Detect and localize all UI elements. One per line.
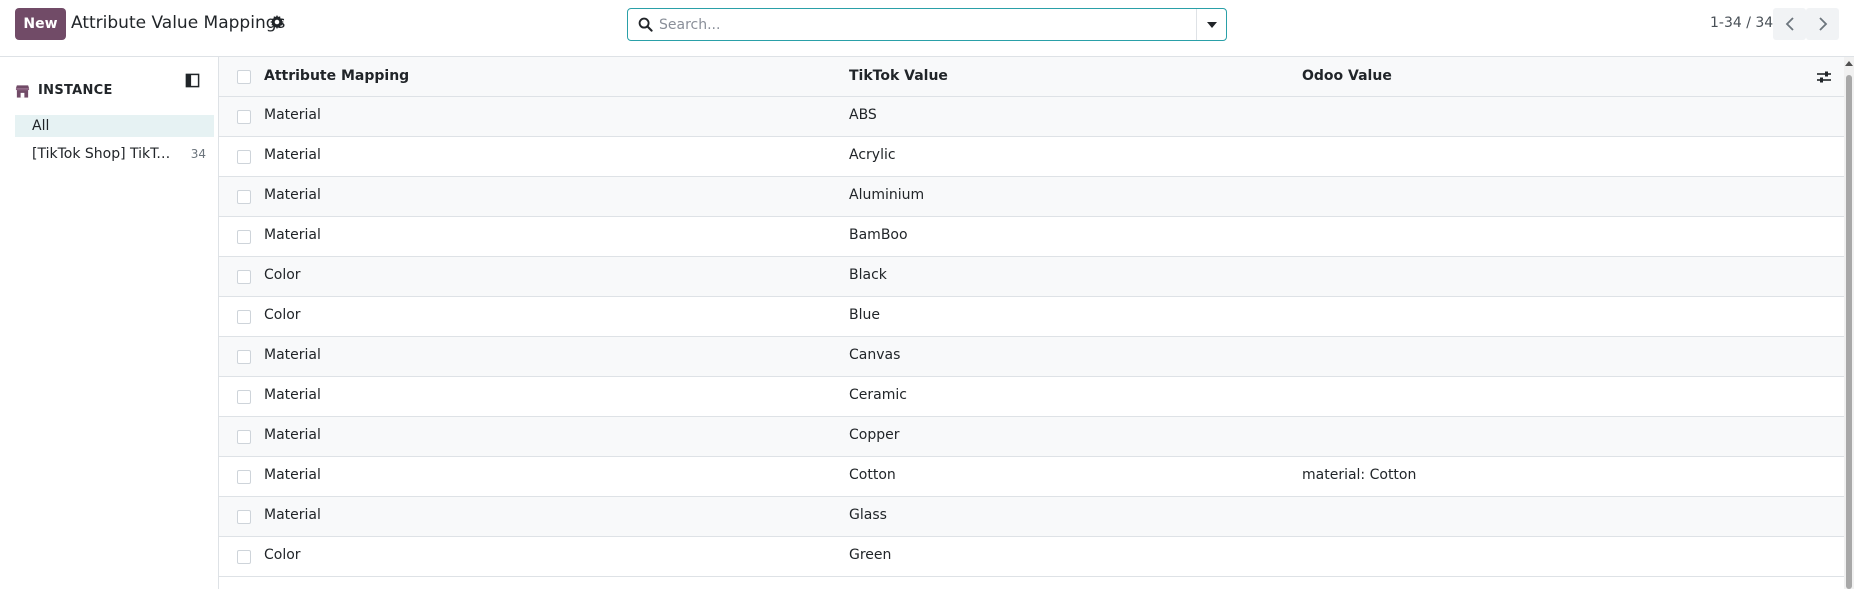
search-panel-item-tiktok-shop[interactable]: [TikTok Shop] TikTok ... 34 (15, 143, 214, 165)
cell-tiktok-value: Glass (849, 507, 887, 523)
cell-attribute-mapping: Material (264, 147, 321, 163)
table-header: Attribute Mapping TikTok Value Odoo Valu… (219, 57, 1844, 97)
scroll-up-arrow[interactable] (1845, 61, 1853, 66)
cell-attribute-mapping: Material (264, 467, 321, 483)
cell-attribute-mapping: Color (264, 267, 301, 283)
shop-icon (15, 85, 30, 98)
cell-attribute-mapping: Material (264, 507, 321, 523)
search-panel-item-label: [TikTok Shop] TikTok ... (32, 146, 175, 162)
cell-attribute-mapping: Material (264, 387, 321, 403)
chevron-left-icon (1785, 17, 1794, 31)
list-view: Attribute Mapping TikTok Value Odoo Valu… (219, 57, 1844, 589)
new-button[interactable]: New (15, 8, 66, 40)
cell-attribute-mapping: Color (264, 547, 301, 563)
cell-tiktok-value: Green (849, 547, 892, 563)
row-checkbox[interactable] (237, 430, 251, 444)
search-icon (638, 17, 653, 32)
table-row[interactable]: Material Acrylic (219, 137, 1844, 177)
row-checkbox[interactable] (237, 550, 251, 564)
search-bar (627, 8, 1227, 41)
column-header-tiktok-value[interactable]: TikTok Value (849, 68, 948, 84)
row-checkbox[interactable] (237, 310, 251, 324)
list-scrollbar[interactable] (1844, 57, 1854, 589)
column-header-odoo-value[interactable]: Odoo Value (1302, 68, 1392, 84)
scrollbar-thumb[interactable] (1846, 75, 1852, 589)
cell-tiktok-value: ABS (849, 107, 877, 123)
cell-attribute-mapping: Color (264, 307, 301, 323)
table-row[interactable]: Color Blue (219, 297, 1844, 337)
pager-next-button[interactable] (1806, 8, 1839, 40)
search-panel-item-all[interactable]: All (15, 115, 214, 137)
row-checkbox[interactable] (237, 390, 251, 404)
row-checkbox[interactable] (237, 190, 251, 204)
cell-tiktok-value: Black (849, 267, 887, 283)
row-checkbox[interactable] (237, 270, 251, 284)
table-row[interactable]: Material BamBoo (219, 217, 1844, 257)
search-input[interactable] (659, 13, 1159, 37)
table-row[interactable]: Material Canvas (219, 337, 1844, 377)
row-checkbox[interactable] (237, 470, 251, 484)
table-row[interactable]: Color Black (219, 257, 1844, 297)
column-header-attribute-mapping[interactable]: Attribute Mapping (264, 68, 409, 84)
search-panel-item-label: All (32, 118, 50, 134)
row-checkbox[interactable] (237, 150, 251, 164)
row-checkbox[interactable] (237, 110, 251, 124)
search-panel: INSTANCE All [TikTok Shop] TikTok ... 34 (0, 57, 219, 589)
cell-odoo-value: material: Cotton (1302, 467, 1417, 483)
table-row[interactable]: Color Green (219, 537, 1844, 577)
cell-tiktok-value: Cotton (849, 467, 896, 483)
search-options-toggle[interactable] (1196, 9, 1226, 40)
pager-previous-button[interactable] (1773, 8, 1806, 40)
cell-attribute-mapping: Material (264, 427, 321, 443)
caret-down-icon (1206, 21, 1217, 28)
cell-tiktok-value: Acrylic (849, 147, 896, 163)
gear-icon[interactable] (270, 15, 284, 29)
search-panel-item-count: 34 (190, 147, 206, 161)
table-row[interactable]: Material Cotton material: Cotton (219, 457, 1844, 497)
cell-tiktok-value: Ceramic (849, 387, 907, 403)
cell-tiktok-value: Aluminium (849, 187, 925, 203)
table-row[interactable]: Material Ceramic (219, 377, 1844, 417)
row-checkbox[interactable] (237, 350, 251, 364)
control-panel: New Attribute Value Mappings 1-34 / 34 (0, 0, 1854, 57)
page-title: Attribute Value Mappings (71, 13, 286, 33)
sliders-icon[interactable] (1816, 69, 1832, 85)
cell-attribute-mapping: Material (264, 107, 321, 123)
cell-tiktok-value: Canvas (849, 347, 901, 363)
row-checkbox[interactable] (237, 510, 251, 524)
cell-attribute-mapping: Material (264, 187, 321, 203)
cell-tiktok-value: BamBoo (849, 227, 908, 243)
panel-toggle-icon[interactable] (185, 73, 200, 88)
table-row[interactable]: Material ABS (219, 97, 1844, 137)
table-row[interactable]: Material Aluminium (219, 177, 1844, 217)
table-row[interactable]: Material Glass (219, 497, 1844, 537)
pager-value[interactable]: 1-34 / 34 (1710, 15, 1773, 31)
row-checkbox[interactable] (237, 230, 251, 244)
cell-attribute-mapping: Material (264, 227, 321, 243)
cell-tiktok-value: Copper (849, 427, 900, 443)
search-panel-heading: INSTANCE (38, 83, 113, 98)
cell-tiktok-value: Blue (849, 307, 880, 323)
table-row[interactable]: Material Copper (219, 417, 1844, 457)
chevron-right-icon (1818, 17, 1827, 31)
cell-attribute-mapping: Material (264, 347, 321, 363)
select-all-checkbox[interactable] (237, 70, 251, 84)
